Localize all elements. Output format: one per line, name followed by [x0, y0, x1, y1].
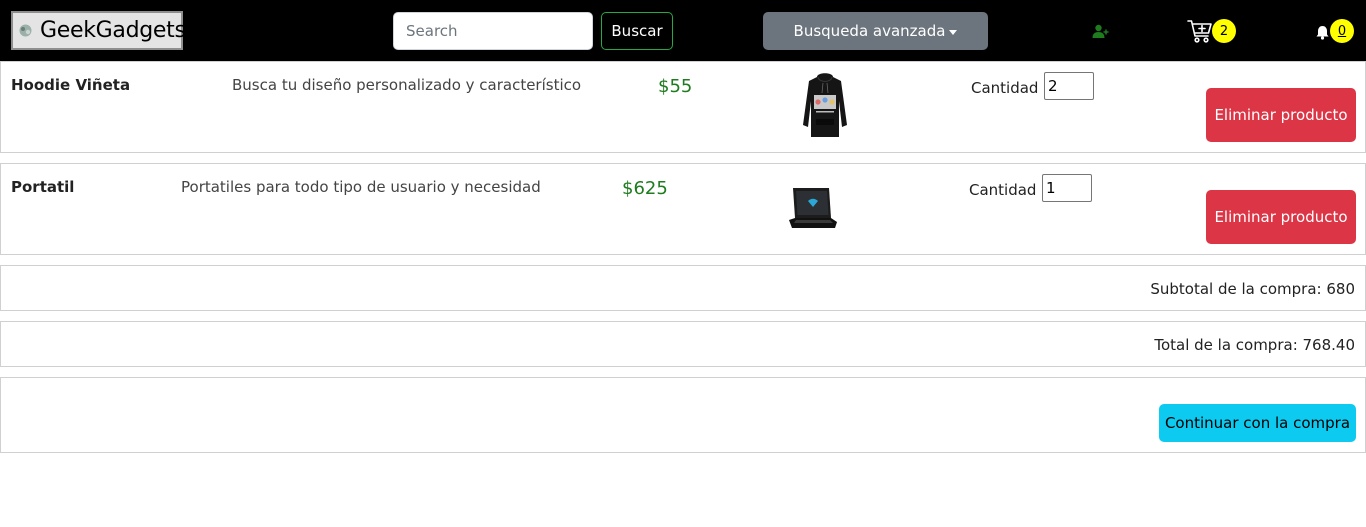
product-price: $625 [622, 178, 668, 199]
quantity-input[interactable] [1042, 174, 1092, 202]
hoodie-image [801, 71, 849, 147]
remove-product-button[interactable]: Eliminar producto [1206, 190, 1356, 244]
total-card: Total de la compra: 768.40 [0, 321, 1366, 367]
navbar: GeekGadgets Buscar Busqueda avanzada 2 0 [0, 0, 1366, 61]
continue-purchase-button[interactable]: Continuar con la compra [1159, 404, 1356, 442]
cart-item: Hoodie Viñeta Busca tu diseño personaliz… [0, 61, 1366, 153]
quantity-label: Cantidad : [971, 79, 1049, 97]
product-description: Portatiles para todo tipo de usuario y n… [181, 178, 541, 196]
subtotal-text: Subtotal de la compra: 680 [1150, 280, 1355, 298]
search-input[interactable] [393, 12, 593, 50]
quantity-label: Cantidad : [969, 181, 1047, 199]
brand-logo-button[interactable]: GeekGadgets [11, 11, 186, 50]
caret-down-icon [949, 29, 958, 35]
advanced-search-label: Busqueda avanzada [793, 22, 946, 40]
product-name: Hoodie Viñeta [11, 76, 131, 94]
user-icon[interactable] [1092, 24, 1109, 39]
remove-product-button[interactable]: Eliminar producto [1206, 88, 1356, 142]
cart-icon[interactable] [1187, 19, 1213, 44]
product-description: Busca tu diseño personalizado y caracter… [232, 76, 582, 94]
search-button[interactable]: Buscar [601, 12, 673, 50]
cart-item: Portatil Portatiles para todo tipo de us… [0, 163, 1366, 255]
notification-count-badge[interactable]: 0 [1330, 19, 1354, 43]
quantity-input[interactable] [1044, 72, 1094, 100]
total-text: Total de la compra: 768.40 [1154, 336, 1355, 354]
product-price: $55 [658, 76, 693, 97]
bell-icon[interactable] [1315, 25, 1330, 40]
subtotal-card: Subtotal de la compra: 680 [0, 265, 1366, 311]
cart-count-badge: 2 [1212, 19, 1236, 43]
advanced-search-dropdown[interactable]: Busqueda avanzada [763, 12, 988, 50]
checkout-card: Continuar con la compra [0, 377, 1366, 453]
brand-logo-icon [17, 22, 34, 39]
brand-name: GeekGadgets [40, 18, 186, 43]
laptop-image [787, 184, 839, 238]
product-name: Portatil [11, 178, 75, 196]
